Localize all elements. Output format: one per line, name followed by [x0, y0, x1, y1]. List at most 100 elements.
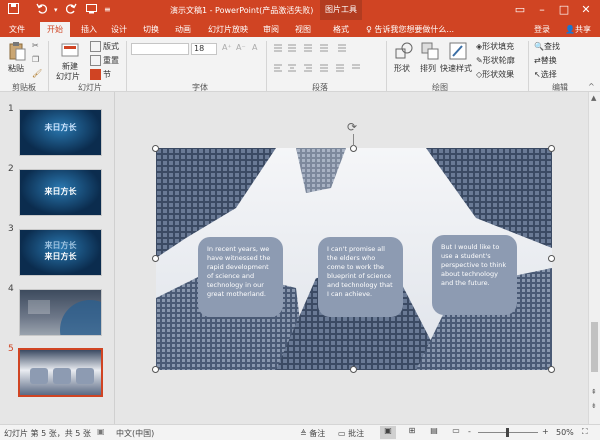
text-card-2[interactable]: I can't promise all the elders who come … — [318, 237, 403, 317]
arrange-button[interactable]: 排列 — [420, 63, 436, 74]
paste-button[interactable]: 粘贴 — [8, 63, 24, 74]
spelling-check-icon[interactable]: ▣ — [97, 427, 105, 436]
resize-handle-left[interactable] — [152, 255, 159, 262]
comments-button[interactable]: ▭ 批注 — [338, 428, 364, 439]
tab-view[interactable]: 视图 — [290, 22, 316, 37]
fit-to-window-icon[interactable]: ⛶ — [582, 427, 588, 437]
shape-fill-button[interactable]: ◈形状填充 — [476, 41, 514, 52]
grow-font-icon[interactable]: A⁺ — [222, 43, 232, 52]
tab-format[interactable]: 格式 — [326, 22, 356, 37]
paste-icon[interactable] — [7, 41, 27, 61]
slide-thumbnail-2[interactable]: 来日方长 — [19, 169, 102, 216]
font-family-combo[interactable] — [131, 43, 189, 55]
copy-icon[interactable]: ❐ — [32, 55, 39, 64]
notes-button[interactable]: ≜ 备注 — [300, 428, 325, 439]
layout-button[interactable]: 版式 — [90, 41, 119, 52]
tab-slideshow[interactable]: 幻灯片放映 — [204, 22, 252, 37]
find-button[interactable]: 🔍查找 — [534, 41, 560, 52]
separator — [386, 41, 387, 91]
cut-icon[interactable]: ✂ — [32, 41, 39, 50]
resize-handle-right[interactable] — [548, 255, 555, 262]
thumbnail-card — [53, 368, 71, 384]
reading-view-icon[interactable]: ▤ — [426, 426, 442, 439]
slide-sorter-icon[interactable]: ⊞ — [404, 426, 420, 439]
tab-animations[interactable]: 动画 — [170, 22, 196, 37]
slide-thumbnail-3[interactable]: 来日方长 来日方长 — [19, 229, 102, 276]
resize-handle-top-left[interactable] — [152, 145, 159, 152]
zoom-out-button[interactable]: - — [468, 427, 471, 436]
resize-handle-top[interactable] — [350, 145, 357, 152]
shape-effects-button[interactable]: ◇形状效果 — [476, 69, 514, 80]
ribbon-options-icon[interactable]: ▭ — [512, 2, 528, 18]
quick-styles-icon[interactable] — [448, 41, 468, 61]
section-label: 节 — [103, 70, 111, 79]
shapes-icon[interactable] — [394, 41, 414, 61]
thumbnail-card — [30, 368, 48, 384]
scroll-thumb[interactable] — [591, 322, 598, 372]
rotate-handle-icon[interactable]: ⟳ — [347, 120, 357, 134]
minimize-icon[interactable]: – — [534, 2, 550, 18]
tab-insert[interactable]: 插入 — [76, 22, 102, 37]
layout-label: 版式 — [103, 42, 119, 51]
slide-number: 3 — [8, 224, 14, 234]
new-slide-icon[interactable] — [60, 41, 80, 61]
share-button[interactable]: 👤共享 — [560, 22, 596, 37]
normal-view-icon[interactable]: ▣ — [380, 426, 396, 439]
notes-label: 备注 — [309, 429, 326, 438]
login-link[interactable]: 登录 — [532, 22, 552, 37]
new-slide-button-line2[interactable]: 幻灯片 — [56, 71, 80, 82]
undo-icon[interactable] — [36, 3, 48, 17]
slideshow-view-icon[interactable]: ▭ — [448, 426, 464, 439]
tell-me-box[interactable]: ♀ 告诉我您想要做什么... — [366, 22, 486, 37]
title-bar: ▾ ≡ 演示文稿1 - PowerPoint(产品激活失败) ▭ – □ ✕ — [0, 0, 600, 20]
language-indicator[interactable]: 中文(中国) — [116, 428, 154, 439]
tab-home[interactable]: 开始 — [40, 22, 70, 37]
format-painter-icon[interactable]: 🖌 — [32, 69, 42, 78]
font-size-combo[interactable]: 18 — [191, 43, 217, 55]
slide-thumbnail-1[interactable]: 未日方长 — [19, 109, 102, 156]
arrange-icon[interactable] — [420, 41, 440, 61]
ribbon-tab-bar: 文件 开始 插入 设计 切换 动画 幻灯片放映 审阅 视图 格式 ♀ 告诉我您想… — [0, 20, 600, 37]
zoom-level[interactable]: 50% — [556, 428, 574, 437]
shrink-font-icon[interactable]: A⁻ — [236, 43, 246, 52]
shape-outline-button[interactable]: ✎形状轮廓 — [476, 55, 515, 66]
resize-handle-bottom-left[interactable] — [152, 366, 159, 373]
zoom-slider-thumb[interactable] — [506, 428, 509, 437]
shapes-button[interactable]: 形状 — [394, 63, 410, 74]
redo-icon[interactable] — [65, 3, 77, 17]
clear-format-icon[interactable]: A — [252, 43, 257, 52]
undo-dropdown-icon[interactable]: ▾ — [54, 6, 58, 14]
start-from-beginning-icon[interactable] — [86, 3, 97, 17]
reset-button[interactable]: 重置 — [90, 55, 119, 66]
scroll-up-icon[interactable]: ▲ — [591, 94, 596, 102]
slide-thumbnail-5[interactable] — [18, 348, 103, 397]
resize-handle-top-right[interactable] — [548, 145, 555, 152]
separator — [528, 41, 529, 91]
find-label: 查找 — [543, 42, 560, 51]
tab-design[interactable]: 设计 — [106, 22, 132, 37]
resize-handle-bottom-right[interactable] — [548, 366, 555, 373]
next-slide-icon[interactable]: ⇟ — [591, 402, 597, 410]
customize-icon[interactable]: ≡ — [104, 5, 111, 14]
slide-thumbnail-4[interactable] — [19, 289, 102, 336]
section-button[interactable]: 节 — [90, 69, 111, 80]
tab-review[interactable]: 审阅 — [258, 22, 284, 37]
close-icon[interactable]: ✕ — [578, 2, 594, 18]
text-card-1[interactable]: In recent years, we have witnessed the r… — [198, 237, 283, 317]
replace-button[interactable]: ⇄替换 — [534, 55, 557, 66]
vertical-scrollbar[interactable]: ▲ ⇞ ⇟ — [588, 92, 600, 424]
slide-number: 1 — [8, 104, 14, 114]
text-card-3[interactable]: But I would like to use a student's pers… — [432, 235, 517, 315]
resize-handle-bottom[interactable] — [350, 366, 357, 373]
quick-styles-button[interactable]: 快速样式 — [440, 63, 472, 74]
collapse-ribbon-icon[interactable]: ^ — [588, 82, 595, 91]
current-slide[interactable]: In recent years, we have witnessed the r… — [156, 148, 552, 370]
tab-file[interactable]: 文件 — [4, 22, 30, 37]
maximize-icon[interactable]: □ — [556, 2, 572, 18]
paragraph-controls — [272, 43, 382, 82]
save-icon[interactable] — [8, 3, 19, 17]
zoom-in-button[interactable]: + — [542, 427, 549, 436]
tab-transitions[interactable]: 切换 — [138, 22, 164, 37]
previous-slide-icon[interactable]: ⇞ — [591, 388, 597, 396]
select-button[interactable]: ↖选择 — [534, 69, 557, 80]
